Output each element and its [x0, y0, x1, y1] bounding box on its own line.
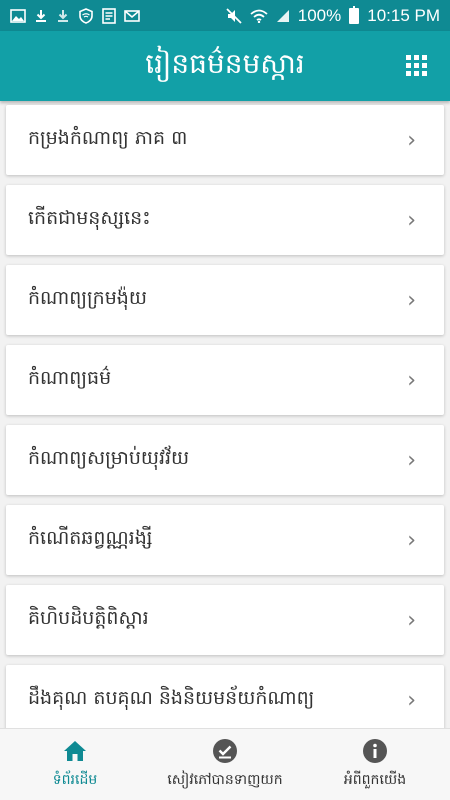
nav-home[interactable]: ទំព័រដើម [0, 738, 150, 791]
app-bar: រៀនធម៌នមស្ការ [0, 31, 450, 101]
chevron-right-icon: › [407, 287, 416, 313]
mute-icon [226, 7, 242, 24]
list-item[interactable]: កំណាព្យក្រមង៉ុយ › [6, 265, 444, 335]
nav-downloaded-books[interactable]: សៀវភៅបានទាញយក [150, 738, 300, 791]
signal-icon [276, 9, 289, 22]
mail-icon [124, 9, 140, 22]
download-icon [36, 9, 46, 22]
bottom-navigation: ទំព័រដើម សៀវភៅបានទាញយក អំពីពួកយើង [0, 728, 450, 800]
info-icon [362, 738, 388, 764]
home-icon [62, 738, 88, 764]
app-title: រៀនធម៌នមស្ការ [145, 46, 305, 80]
list-item[interactable]: កើតជាមនុស្សនេះ › [6, 185, 444, 255]
nav-downloaded-label: សៀវភៅបានទាញយក [167, 772, 283, 788]
notification-icons [10, 7, 140, 24]
nav-about-label: អំពីពួកយើង [343, 772, 407, 788]
grid-icon [406, 55, 411, 60]
status-bar: 100% 10:15 PM [0, 0, 450, 31]
list-item[interactable]: កំណើតឆព្វណ្ណរង្សី › [6, 505, 444, 575]
list-item-label: កំណាព្យធម៌ [28, 367, 112, 389]
list-item-label: ដឹងគុណ តបគុណ និងនិយមន័យកំណាព្យ [28, 687, 315, 709]
list-item-label: កំណាព្យសម្រាប់យុវវ័យ [28, 447, 190, 469]
chevron-right-icon: › [407, 447, 416, 473]
list-item[interactable]: កំណាព្យសម្រាប់យុវវ័យ › [6, 425, 444, 495]
shield-icon [79, 7, 93, 24]
download-check-icon [212, 738, 238, 764]
list-item-label: កំណើតឆព្វណ្ណរង្សី [28, 527, 153, 549]
wifi-icon [250, 9, 268, 23]
list-item[interactable]: ដឹងគុណ តបគុណ និងនិយមន័យកំណាព្យ › [6, 665, 444, 728]
list-item-label: គិហិបដិបត្តិពិស្តារ [28, 607, 149, 629]
chevron-right-icon: › [407, 367, 416, 393]
download-done-icon [58, 9, 68, 22]
list-item[interactable]: កំណាព្យធម៌ › [6, 345, 444, 415]
list-item[interactable]: គិហិបដិបត្តិពិស្តារ › [6, 585, 444, 655]
battery-percent: 100% [297, 5, 342, 25]
chevron-right-icon: › [407, 527, 416, 553]
chevron-right-icon: › [407, 607, 416, 633]
list-item-label: កើតជាមនុស្សនេះ [28, 207, 151, 229]
nav-home-label: ទំព័រដើម [52, 772, 98, 788]
system-icons: 100% 10:15 PM [226, 5, 440, 26]
image-icon [10, 8, 26, 23]
grid-menu-button[interactable] [406, 55, 428, 77]
list-item-label: កំណាព្យក្រមង៉ុយ [28, 287, 147, 309]
chevron-right-icon: › [407, 687, 416, 713]
chevron-right-icon: › [407, 127, 416, 153]
clock: 10:15 PM [367, 5, 440, 25]
list-item-label: កម្រងកំណាព្យ ភាគ ៣ [28, 127, 188, 149]
list-item[interactable]: កម្រងកំណាព្យ ភាគ ៣ › [6, 105, 444, 175]
battery-icon [349, 5, 360, 24]
document-icon [102, 7, 116, 24]
nav-about-us[interactable]: អំពីពួកយើង [300, 738, 450, 791]
chevron-right-icon: › [407, 207, 416, 233]
book-list: កម្រងកំណាព្យ ភាគ ៣ › កើតជាមនុស្សនេះ › កំ… [0, 101, 450, 728]
